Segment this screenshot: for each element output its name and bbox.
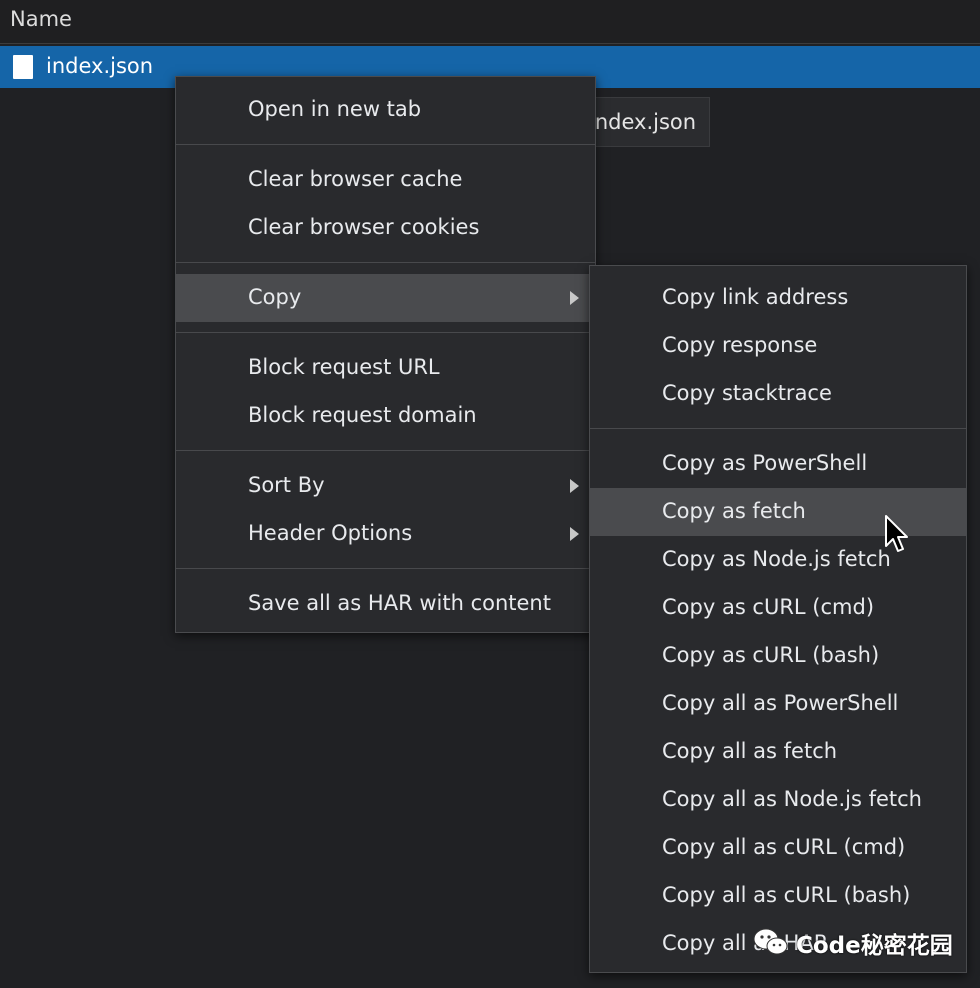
watermark-text: Code秘密花园 [796, 933, 953, 959]
submenu-item-copy-as-curl-cmd[interactable]: Copy as cURL (cmd) [590, 584, 966, 632]
menu-item-label: Copy link address [662, 285, 849, 309]
menu-item-label: Copy all as cURL (cmd) [662, 835, 906, 859]
menu-separator [590, 428, 966, 429]
menu-item-label: Copy all as PowerShell [662, 691, 899, 715]
menu-separator [176, 332, 595, 333]
submenu-arrow-icon [570, 479, 579, 493]
tooltip: index.json [580, 97, 710, 147]
submenu-item-copy-all-as-powershell[interactable]: Copy all as PowerShell [590, 680, 966, 728]
tooltip-text: index.json [589, 110, 697, 134]
copy-submenu: Copy link address Copy response Copy sta… [589, 265, 967, 973]
menu-item-block-request-url[interactable]: Block request URL [176, 344, 595, 392]
submenu-item-copy-as-powershell[interactable]: Copy as PowerShell [590, 440, 966, 488]
menu-separator [176, 568, 595, 569]
menu-item-label: Copy as fetch [662, 499, 806, 523]
submenu-item-copy-stacktrace[interactable]: Copy stacktrace [590, 370, 966, 418]
menu-item-label: Copy all as fetch [662, 739, 838, 763]
column-header-label: Name [10, 7, 72, 31]
wechat-icon [753, 928, 788, 955]
submenu-arrow-icon [570, 291, 579, 305]
mouse-pointer-icon [885, 515, 908, 552]
menu-item-sort-by[interactable]: Sort By [176, 462, 595, 510]
submenu-item-copy-all-as-curl-bash[interactable]: Copy all as cURL (bash) [590, 872, 966, 920]
context-menu: Open in new tab Clear browser cache Clea… [175, 76, 596, 633]
submenu-item-copy-all-as-curl-cmd[interactable]: Copy all as cURL (cmd) [590, 824, 966, 872]
menu-item-label: Copy all as Node.js fetch [662, 787, 922, 811]
submenu-arrow-icon [570, 527, 579, 541]
menu-item-label: Copy response [662, 333, 818, 357]
submenu-item-copy-link-address[interactable]: Copy link address [590, 274, 966, 322]
request-name: index.json [46, 54, 154, 78]
menu-separator [176, 450, 595, 451]
menu-item-label: Clear browser cache [248, 167, 463, 191]
menu-item-label: Copy as cURL (cmd) [662, 595, 875, 619]
menu-item-label: Clear browser cookies [248, 215, 480, 239]
menu-item-label: Copy stacktrace [662, 381, 832, 405]
submenu-item-copy-all-as-nodejs-fetch[interactable]: Copy all as Node.js fetch [590, 776, 966, 824]
menu-separator [176, 262, 595, 263]
menu-item-header-options[interactable]: Header Options [176, 510, 595, 558]
menu-item-label: Copy as PowerShell [662, 451, 868, 475]
menu-item-label: Header Options [248, 521, 413, 545]
file-icon [13, 55, 33, 79]
menu-item-label: Open in new tab [248, 97, 422, 121]
menu-item-clear-browser-cookies[interactable]: Clear browser cookies [176, 204, 595, 252]
menu-item-label: Copy [248, 285, 302, 309]
menu-separator [176, 144, 595, 145]
menu-item-block-request-domain[interactable]: Block request domain [176, 392, 595, 440]
name-column-header[interactable]: Name [0, 0, 980, 44]
menu-item-label: Copy as Node.js fetch [662, 547, 891, 571]
menu-item-save-all-as-har[interactable]: Save all as HAR with content [176, 580, 595, 628]
submenu-item-copy-response[interactable]: Copy response [590, 322, 966, 370]
submenu-item-copy-as-curl-bash[interactable]: Copy as cURL (bash) [590, 632, 966, 680]
menu-item-clear-browser-cache[interactable]: Clear browser cache [176, 156, 595, 204]
menu-item-label: Block request URL [248, 355, 440, 379]
submenu-item-copy-all-as-fetch[interactable]: Copy all as fetch [590, 728, 966, 776]
menu-item-label: Copy all as cURL (bash) [662, 883, 911, 907]
menu-item-label: Sort By [248, 473, 325, 497]
menu-item-label: Save all as HAR with content [248, 591, 551, 615]
menu-item-label: Block request domain [248, 403, 477, 427]
menu-item-label: Copy as cURL (bash) [662, 643, 880, 667]
menu-item-copy[interactable]: Copy [176, 274, 595, 322]
menu-item-open-in-new-tab[interactable]: Open in new tab [176, 86, 595, 134]
